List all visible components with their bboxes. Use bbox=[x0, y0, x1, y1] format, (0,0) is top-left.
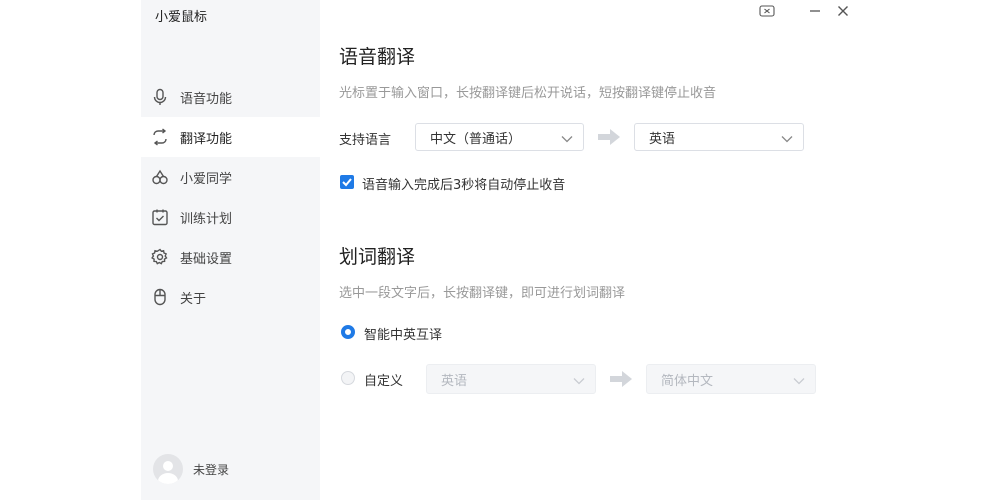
app-title: 小爱鼠标 bbox=[155, 10, 208, 25]
smart-translate-radio[interactable] bbox=[341, 325, 355, 339]
select-value: 中文（普通话） bbox=[430, 131, 522, 147]
select-value: 英语 bbox=[649, 131, 676, 147]
auto-stop-label: 语音输入完成后3秒将自动停止收音 bbox=[362, 178, 566, 193]
custom-source-language-select[interactable]: 英语 bbox=[426, 364, 596, 394]
sidebar-item-training[interactable]: 训练计划 bbox=[141, 197, 320, 237]
sidebar-item-label: 训练计划 bbox=[180, 211, 233, 227]
translate-icon bbox=[150, 127, 170, 147]
select-value: 简体中文 bbox=[661, 373, 714, 389]
custom-translate-radio[interactable] bbox=[341, 371, 355, 385]
select-value: 英语 bbox=[441, 373, 468, 389]
smart-translate-label: 智能中英互译 bbox=[364, 328, 443, 343]
login-status: 未登录 bbox=[193, 462, 230, 477]
close-button[interactable] bbox=[833, 2, 853, 20]
calendar-check-icon bbox=[150, 207, 170, 227]
gear-icon bbox=[150, 247, 170, 267]
chevron-down-icon bbox=[781, 132, 793, 147]
word-translate-title: 划词翻译 bbox=[339, 246, 416, 268]
microphone-icon bbox=[150, 87, 170, 107]
close-icon bbox=[837, 2, 849, 21]
voice-translate-hint: 光标置于输入窗口，长按翻译键后松开说话，短按翻译键停止收音 bbox=[339, 86, 717, 101]
sidebar-item-label: 关于 bbox=[180, 291, 207, 307]
word-translate-hint: 选中一段文字后，长按翻译键，即可进行划词翻译 bbox=[339, 286, 626, 301]
sidebar-item-xiaoai[interactable]: 小爱同学 bbox=[141, 157, 320, 197]
target-language-select[interactable]: 英语 bbox=[634, 123, 804, 151]
arrow-right-icon bbox=[610, 371, 632, 387]
minimize-icon bbox=[809, 2, 821, 21]
settings-window: 小爱鼠标 语音功能 翻译功能 小爱同学 训练计划 基础设置 关于 未登录 语音翻… bbox=[141, 0, 863, 500]
avatar bbox=[153, 454, 183, 484]
compact-mode-icon bbox=[759, 2, 775, 21]
voice-translate-title: 语音翻译 bbox=[339, 46, 416, 68]
supported-language-label: 支持语言 bbox=[339, 133, 392, 148]
xiaoai-icon bbox=[150, 167, 170, 187]
chevron-down-icon bbox=[561, 132, 573, 147]
sidebar-item-label: 基础设置 bbox=[180, 251, 233, 267]
arrow-right-icon bbox=[598, 129, 620, 145]
sidebar-item-about[interactable]: 关于 bbox=[141, 277, 320, 317]
sidebar: 小爱鼠标 语音功能 翻译功能 小爱同学 训练计划 基础设置 关于 未登录 bbox=[141, 0, 320, 500]
login-button[interactable]: 未登录 bbox=[153, 454, 229, 484]
sidebar-item-label: 小爱同学 bbox=[180, 171, 233, 187]
compact-mode-button[interactable] bbox=[757, 2, 777, 20]
sidebar-item-translate[interactable]: 翻译功能 bbox=[141, 117, 320, 157]
sidebar-item-label: 翻译功能 bbox=[180, 131, 233, 147]
sidebar-item-voice[interactable]: 语音功能 bbox=[141, 77, 320, 117]
minimize-button[interactable] bbox=[805, 2, 825, 20]
chevron-down-icon bbox=[793, 374, 805, 389]
custom-translate-label: 自定义 bbox=[364, 374, 404, 389]
sidebar-item-basic-settings[interactable]: 基础设置 bbox=[141, 237, 320, 277]
custom-target-language-select[interactable]: 简体中文 bbox=[646, 364, 816, 394]
chevron-down-icon bbox=[573, 374, 585, 389]
auto-stop-checkbox[interactable] bbox=[340, 175, 354, 189]
source-language-select[interactable]: 中文（普通话） bbox=[415, 123, 584, 151]
sidebar-item-label: 语音功能 bbox=[180, 91, 233, 107]
mouse-icon bbox=[150, 287, 170, 307]
